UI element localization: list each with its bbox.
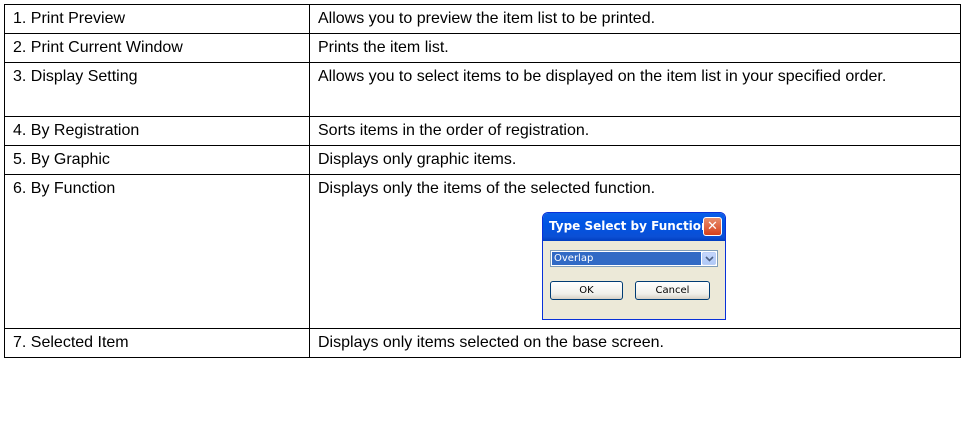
chevron-down-icon[interactable] bbox=[702, 252, 716, 265]
description-cell: Allows you to preview the item list to b… bbox=[309, 4, 961, 34]
table-row: 4. By Registration Sorts items in the or… bbox=[4, 116, 961, 146]
function-table: 1. Print Preview Allows you to preview t… bbox=[4, 4, 961, 358]
table-row: 2. Print Current Window Prints the item … bbox=[4, 33, 961, 63]
description-cell: Prints the item list. bbox=[309, 33, 961, 63]
table-row: 6. By Function Displays only the items o… bbox=[4, 174, 961, 329]
description-cell: Displays only graphic items. bbox=[309, 145, 961, 175]
item-cell: 6. By Function bbox=[4, 174, 310, 329]
cancel-button[interactable]: Cancel bbox=[635, 281, 710, 300]
item-cell: 3. Display Setting bbox=[4, 62, 310, 117]
item-cell: 4. By Registration bbox=[4, 116, 310, 146]
dialog-screenshot: Type Select by Function ✕ Overlap OK Can… bbox=[318, 200, 952, 325]
table-row: 1. Print Preview Allows you to preview t… bbox=[4, 4, 961, 34]
description-cell: Displays only the items of the selected … bbox=[309, 174, 961, 329]
ok-button[interactable]: OK bbox=[550, 281, 623, 300]
description-cell: Allows you to select items to be display… bbox=[309, 62, 961, 117]
item-cell: 1. Print Preview bbox=[4, 4, 310, 34]
item-cell: 5. By Graphic bbox=[4, 145, 310, 175]
dialog-title: Type Select by Function bbox=[549, 219, 710, 233]
description-cell: Sorts items in the order of registration… bbox=[309, 116, 961, 146]
function-select[interactable]: Overlap bbox=[550, 250, 718, 267]
function-select-value: Overlap bbox=[552, 252, 701, 265]
item-cell: 7. Selected Item bbox=[4, 328, 310, 358]
table-row: 5. By Graphic Displays only graphic item… bbox=[4, 145, 961, 175]
dialog-titlebar: Type Select by Function ✕ bbox=[543, 213, 725, 241]
table-row: 7. Selected Item Displays only items sel… bbox=[4, 328, 961, 358]
description-cell: Displays only items selected on the base… bbox=[309, 328, 961, 358]
item-cell: 2. Print Current Window bbox=[4, 33, 310, 63]
table-row: 3. Display Setting Allows you to select … bbox=[4, 62, 961, 117]
description-text: Displays only the items of the selected … bbox=[318, 180, 656, 197]
type-select-dialog: Type Select by Function ✕ Overlap OK Can… bbox=[542, 212, 726, 320]
close-x-icon[interactable]: ✕ bbox=[703, 217, 722, 236]
